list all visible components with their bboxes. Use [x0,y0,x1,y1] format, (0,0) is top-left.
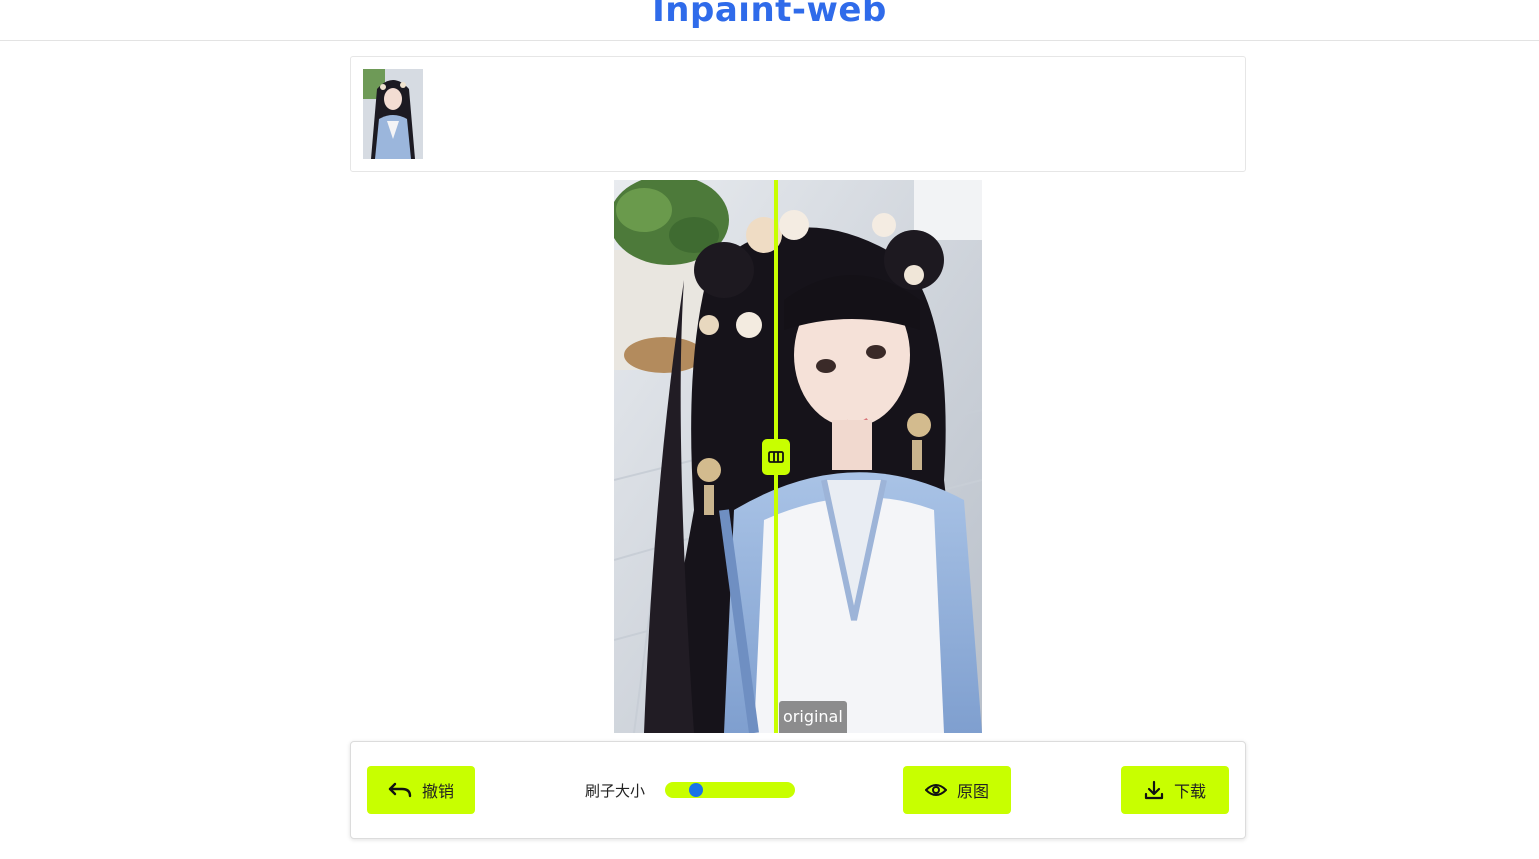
thumbnail-image [363,69,423,159]
columns-icon [768,451,784,463]
download-button[interactable]: 下载 [1121,766,1229,814]
download-label: 下载 [1173,782,1206,801]
image-gallery [350,56,1246,172]
download-icon [1144,780,1164,800]
brush-size-slider[interactable] [665,782,795,798]
undo-button-label: 撤销 [421,782,454,801]
eye-icon [924,784,947,796]
brush-size-label: 刷子大小 [585,782,646,800]
gallery-thumbnail[interactable] [363,69,423,159]
image-compare-viewer[interactable]: original [614,180,982,733]
show-original-button[interactable]: 原图 [903,766,1011,814]
app-header: Inpaint-web [0,0,1539,41]
undo-button[interactable]: 撤销 [367,766,475,814]
editor-toolbar: 撤销 刷子大小 原图 下载 [350,741,1246,839]
compare-divider-handle[interactable] [762,439,790,475]
app-title: Inpaint-web [652,0,887,30]
original-label: original [779,701,847,733]
show-original-label: 原图 [956,782,989,801]
brush-size-slider-thumb[interactable] [689,783,704,797]
portrait-image [614,180,982,733]
undo-arrow-icon [388,782,412,798]
